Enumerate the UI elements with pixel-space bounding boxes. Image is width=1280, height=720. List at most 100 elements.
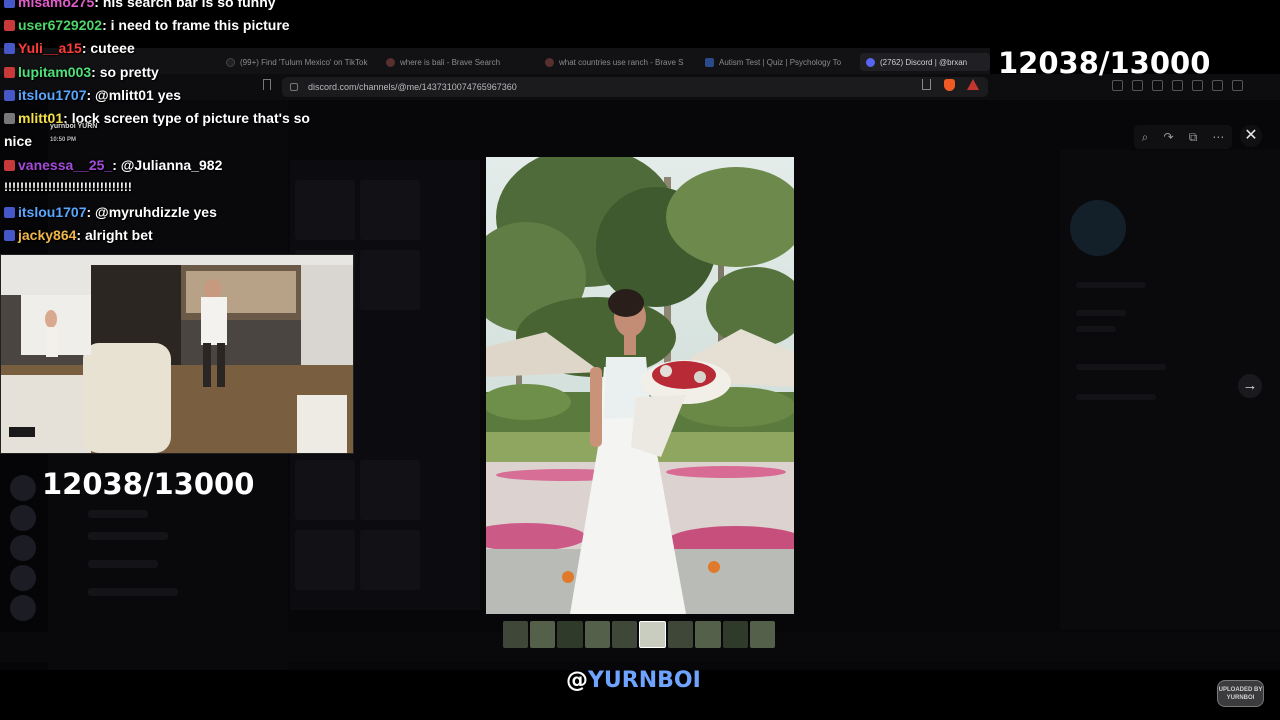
tab-discord[interactable]: (2762) Discord | @brxan: [860, 53, 990, 71]
thumbnail[interactable]: [668, 621, 694, 648]
lightbox-toolbar: ⌕ ↷ ⧉ ⋯: [1134, 125, 1232, 149]
badge-icon: [4, 67, 15, 78]
extension-icon[interactable]: [1132, 80, 1143, 91]
chat-username: Yuli__a15: [18, 40, 82, 56]
badge-icon: [4, 0, 15, 8]
more-options-icon[interactable]: ⋯: [1212, 130, 1224, 144]
chat-text: cuteee: [90, 40, 135, 56]
profile-line: [1076, 364, 1166, 370]
dm-list-item[interactable]: [88, 588, 178, 596]
server-icon[interactable]: [10, 535, 36, 561]
extension-icon[interactable]: [1152, 80, 1163, 91]
chat-message: vanessa__25_: @Julianna_982: [4, 157, 222, 173]
profile-line: [1076, 282, 1146, 288]
streamer-handle: @YURNBOI: [566, 668, 701, 693]
chat-message: jacky864: alright bet: [4, 227, 153, 243]
discord-icon: [866, 57, 875, 67]
discord-message-user: yurnboi YURN: [50, 123, 97, 130]
next-arrow-icon[interactable]: →: [1238, 374, 1262, 398]
webcam-feed: [0, 254, 354, 454]
thumbnail[interactable]: [584, 621, 610, 648]
extension-icon[interactable]: [1172, 80, 1183, 91]
profile-line: [1076, 326, 1116, 332]
zoom-icon[interactable]: ⌕: [1142, 130, 1149, 145]
chat-message: Yuli__a15: cuteee: [4, 40, 135, 56]
thumbnail-active[interactable]: [639, 621, 667, 648]
brave-search-icon: [386, 57, 395, 67]
chat-username: jacky864: [18, 227, 77, 243]
tab-autism-test[interactable]: Autism Test | Quiz | Psychology To: [705, 53, 853, 71]
share-icon[interactable]: [922, 79, 931, 90]
tab-ranch-search[interactable]: what countries use ranch - Brave S: [545, 53, 691, 71]
extension-icon[interactable]: [1232, 80, 1243, 91]
chat-text: nice: [4, 133, 33, 149]
thumbnail[interactable]: [611, 621, 638, 648]
dm-list-item[interactable]: [88, 532, 168, 540]
chat-message: lupitam003: so pretty: [4, 64, 159, 80]
psychology-icon: [705, 57, 714, 67]
chat-text: @Julianna_982: [120, 157, 223, 173]
badge-icon: [4, 20, 15, 31]
goal-counter-top: 12038/13000: [998, 46, 1211, 80]
tab-bali-search[interactable]: where is bali - Brave Search: [386, 53, 534, 71]
close-icon[interactable]: ✕: [1240, 125, 1262, 147]
thumbnail[interactable]: [749, 621, 776, 648]
thumbnail[interactable]: [503, 621, 529, 648]
chat-text: so pretty: [99, 64, 159, 80]
chat-message: misamo275: his search bar is so funny: [4, 0, 276, 10]
dm-list-item[interactable]: [88, 510, 148, 518]
extension-icon[interactable]: [1192, 80, 1203, 91]
profile-line: [1076, 394, 1156, 400]
brave-shields-icon[interactable]: [944, 79, 955, 91]
handle-name: YURNBOI: [588, 668, 701, 693]
server-icon[interactable]: [10, 595, 36, 621]
chat-username: itslou1707: [18, 87, 87, 103]
address-bar[interactable]: discord.com/channels/@me/143731007476596…: [282, 77, 988, 97]
badge-icon: [4, 113, 15, 124]
forward-icon[interactable]: ↷: [1163, 130, 1173, 144]
chat-username: itslou1707: [18, 204, 87, 220]
chat-username: vanessa__25_: [18, 157, 113, 173]
thumbnail[interactable]: [695, 621, 721, 648]
profile-line: [1076, 310, 1126, 316]
discord-message-time: 10:50 PM: [50, 137, 77, 143]
channel-logo: UPLOADED BY YURNBOI: [1217, 680, 1264, 707]
extensions-toolbar: [1112, 80, 1243, 91]
chat-message: !!!!!!!!!!!!!!!!!!!!!!!!!!!!!!!!: [4, 180, 132, 194]
chat-text: lock screen type of picture that's so: [71, 110, 310, 126]
badge-icon: [4, 90, 15, 101]
server-icon[interactable]: [10, 505, 36, 531]
tab-label: Autism Test | Quiz | Psychology To: [719, 57, 842, 67]
badge-icon: [4, 43, 15, 54]
chat-username: misamo275: [18, 0, 95, 10]
chat-text: @myruhdizzle yes: [95, 204, 217, 220]
chat-username: user6729202: [18, 17, 103, 33]
chat-message: itslou1707: @mlitt01 yes: [4, 87, 181, 103]
handle-at: @: [566, 668, 588, 693]
open-external-icon[interactable]: ⧉: [1189, 130, 1198, 145]
chat-text: @mlitt01 yes: [95, 87, 182, 103]
badge-icon: [4, 230, 15, 241]
extension-icon[interactable]: [1212, 80, 1223, 91]
tab-label: (2762) Discord | @brxan: [880, 57, 968, 67]
thumbnail-strip: [503, 621, 776, 648]
chat-message: itslou1707: @myruhdizzle yes: [4, 204, 217, 220]
chat-text: i need to frame this picture: [110, 17, 290, 33]
tab-label: where is bali - Brave Search: [400, 57, 501, 67]
badge-icon: [4, 207, 15, 218]
profile-avatar: [1070, 200, 1126, 256]
extension-icon[interactable]: [1112, 80, 1123, 91]
thumbnail[interactable]: [530, 621, 556, 648]
thumbnail[interactable]: [722, 621, 748, 648]
server-icon[interactable]: [10, 565, 36, 591]
lightbox-image[interactable]: [486, 157, 794, 614]
dm-list-item[interactable]: [88, 560, 158, 568]
chat-message: nice: [4, 133, 32, 149]
bookmark-icon[interactable]: [263, 79, 271, 90]
tab-tiktok[interactable]: (99+) Find 'Tulum Mexico' on TikTok: [226, 53, 376, 71]
brave-search-icon: [545, 57, 554, 67]
site-info-icon[interactable]: [290, 83, 298, 91]
tab-label: (99+) Find 'Tulum Mexico' on TikTok: [240, 57, 368, 67]
thumbnail[interactable]: [557, 621, 583, 648]
server-icon[interactable]: [10, 475, 36, 501]
